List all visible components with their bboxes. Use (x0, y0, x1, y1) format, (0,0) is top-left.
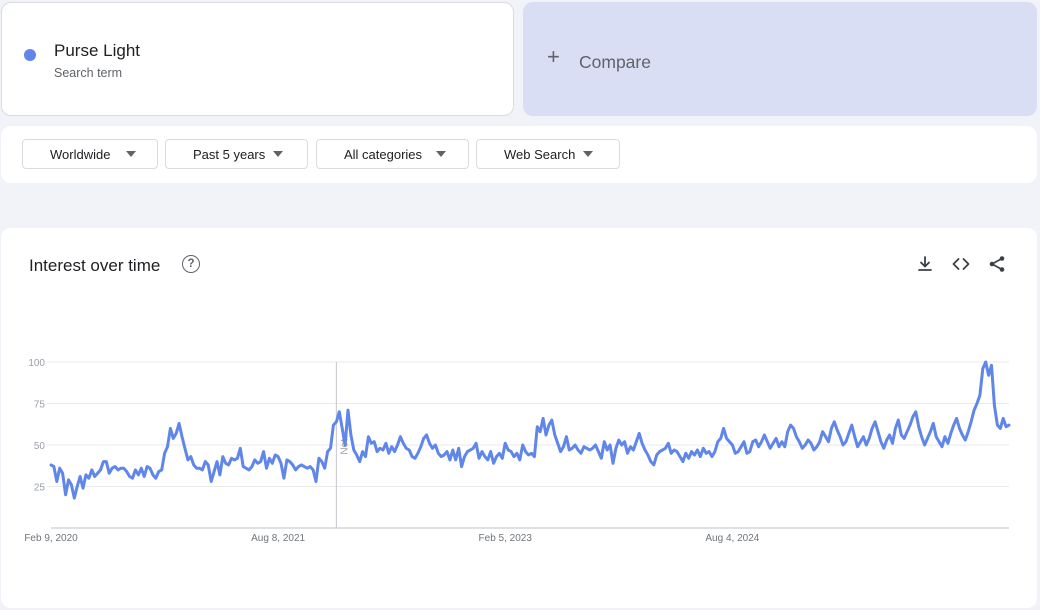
x-tick-label: Feb 9, 2020 (24, 533, 78, 544)
y-tick-label: 75 (34, 400, 46, 411)
caret-down-icon (436, 151, 446, 157)
filter-search-type-dropdown[interactable]: Web Search (476, 139, 620, 169)
filter-region-label: Worldwide (50, 146, 111, 162)
plus-icon: + (547, 44, 560, 69)
filter-category-dropdown[interactable]: All categories (316, 139, 469, 169)
x-tick-label: Aug 4, 2024 (705, 533, 759, 544)
caret-down-icon (273, 151, 283, 157)
search-term-subtitle: Search term (54, 66, 123, 80)
x-tick-label: Feb 5, 2023 (479, 533, 533, 544)
filter-time-range-label: Past 5 years (193, 146, 266, 162)
filter-search-type-label: Web Search (504, 146, 576, 162)
y-tick-label: 50 (34, 441, 46, 452)
y-tick-label: 25 (34, 483, 46, 494)
filter-category-label: All categories (344, 146, 423, 162)
interest-line-chart: 25 50 75 100 Feb 9, 2020 Aug 8, 2021 Feb 5, 20… (24, 358, 1011, 544)
x-tick-label: Aug 8, 2021 (251, 533, 305, 544)
caret-down-icon (126, 151, 136, 157)
series-line[interactable] (49, 360, 1011, 500)
y-tick-label: 100 (28, 358, 45, 369)
search-term-card[interactable]: Purse Light Search term (1, 2, 514, 116)
filter-bar: Worldwide Past 5 years All categories We… (1, 126, 1037, 183)
search-term-name[interactable]: Purse Light (54, 41, 140, 61)
series-color-dot (24, 49, 36, 61)
compare-button[interactable]: + Compare (523, 2, 1037, 116)
interest-over-time-card: Interest over time ? 25 50 75 100 Feb 9, 202… (1, 228, 1037, 608)
filter-time-range-dropdown[interactable]: Past 5 years (165, 139, 308, 169)
filter-region-dropdown[interactable]: Worldwide (22, 139, 158, 169)
caret-down-icon (583, 151, 593, 157)
compare-label: Compare (579, 52, 651, 72)
